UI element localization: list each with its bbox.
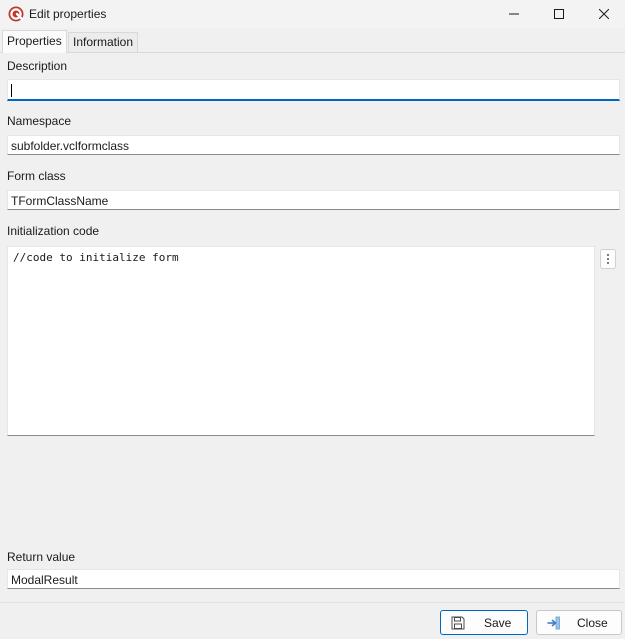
minimize-icon xyxy=(509,13,519,15)
title-bar[interactable]: Edit properties xyxy=(0,0,625,28)
tab-strip: Properties Information xyxy=(0,30,625,53)
return-value-value: ModalResult xyxy=(11,573,78,587)
return-value-field[interactable]: ModalResult xyxy=(7,569,620,589)
namespace-label: Namespace xyxy=(7,114,72,128)
tab-information[interactable]: Information xyxy=(68,32,139,52)
code-editor-menu-button[interactable] xyxy=(600,249,616,269)
text-caret xyxy=(11,84,12,97)
initialization-code-editor[interactable]: //code to initialize form xyxy=(7,246,595,436)
maximize-icon xyxy=(554,9,564,19)
close-button-label: Close xyxy=(577,616,608,630)
window-title: Edit properties xyxy=(29,7,107,21)
app-logo-icon xyxy=(8,6,24,22)
form-class-value: TFormClassName xyxy=(11,194,109,208)
description-label: Description xyxy=(7,59,68,73)
maximize-button[interactable] xyxy=(536,0,582,28)
save-button-label: Save xyxy=(484,616,512,630)
close-button[interactable]: Close xyxy=(536,610,622,635)
button-bar xyxy=(0,602,625,639)
floppy-disk-icon xyxy=(451,616,465,630)
exit-arrow-icon xyxy=(547,616,560,630)
namespace-value: subfolder.vclformclass xyxy=(11,139,130,153)
minimize-button[interactable] xyxy=(491,0,537,28)
initialization-code-label: Initialization code xyxy=(7,224,100,238)
namespace-field[interactable]: subfolder.vclformclass xyxy=(7,135,620,155)
close-icon xyxy=(599,9,609,19)
initialization-code-value: //code to initialize form xyxy=(13,251,179,264)
tab-properties[interactable]: Properties xyxy=(2,30,67,53)
close-window-button[interactable] xyxy=(581,0,625,28)
return-value-label: Return value xyxy=(7,550,76,564)
form-class-field[interactable]: TFormClassName xyxy=(7,190,620,210)
save-button[interactable]: Save xyxy=(440,610,528,635)
form-class-label: Form class xyxy=(7,169,66,183)
vertical-ellipsis-icon xyxy=(607,254,609,264)
description-field[interactable] xyxy=(7,79,620,101)
